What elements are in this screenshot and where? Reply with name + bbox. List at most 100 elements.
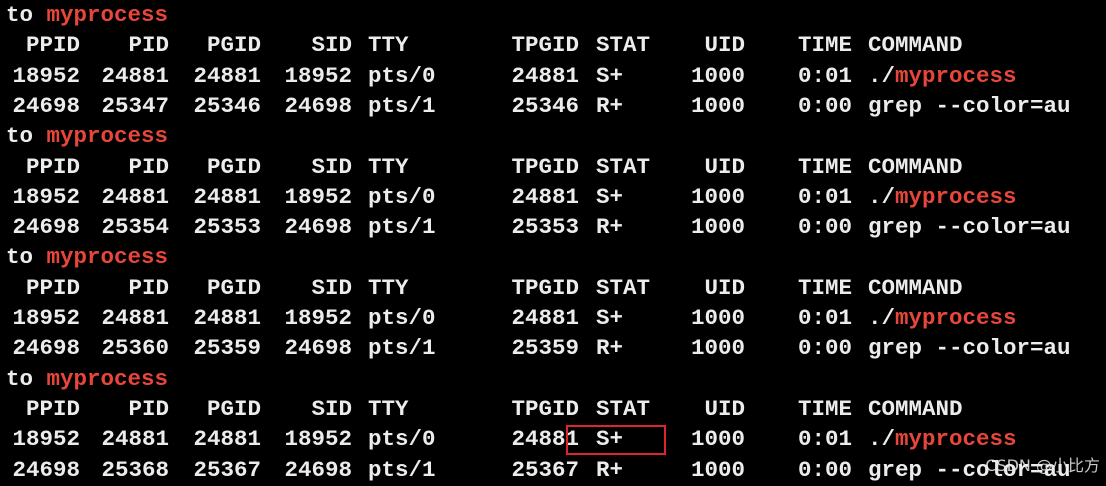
column-header-command: COMMAND	[868, 274, 963, 301]
cell-tty: pts/1	[368, 214, 436, 241]
cell-pgid: 25367	[193, 456, 261, 483]
cell-time: 0:01	[797, 426, 852, 453]
column-header-pgid: PGID	[206, 274, 261, 301]
cell-pid: 24881	[101, 183, 169, 210]
to-prefix: to	[6, 123, 47, 150]
to-process-line: to myprocess	[6, 121, 168, 151]
column-header-ppid: PPID	[25, 153, 80, 180]
cell-pid: 25368	[101, 456, 169, 483]
cell-pid: 25360	[101, 335, 169, 362]
column-header-sid: SID	[311, 153, 352, 180]
command-highlight: myprocess	[895, 62, 1017, 89]
cell-time: 0:01	[797, 183, 852, 210]
cell-time: 0:00	[797, 335, 852, 362]
process-name-highlight: myprocess	[46, 244, 169, 271]
csdn-watermark: CSDN @小比方	[985, 456, 1100, 475]
column-header-time: TIME	[797, 32, 852, 59]
column-header-command: COMMAND	[868, 395, 963, 422]
to-prefix: to	[6, 244, 47, 271]
command-cell: grep --color=au	[868, 91, 1071, 121]
cell-sid: 24698	[284, 92, 352, 119]
cell-tpgid: 25367	[511, 456, 579, 483]
column-header-tpgid: TPGID	[511, 153, 579, 180]
column-header-stat: STAT	[596, 274, 651, 301]
cell-tpgid: 25353	[511, 214, 579, 241]
column-header-ppid: PPID	[25, 32, 80, 59]
ps-process-row: 24698 25360 25359 24698 pts/1 25359 R+ 1000 0:00…	[0, 333, 1106, 363]
column-header-tty: TTY	[368, 32, 409, 59]
cell-stat: S+	[596, 305, 624, 331]
ps-process-row: 24698 25354 25353 24698 pts/1 25353 R+ 1000 0:00…	[0, 212, 1106, 242]
column-header-pgid: PGID	[206, 32, 261, 59]
command-highlight: myprocess	[895, 426, 1017, 453]
cell-ppid: 18952	[12, 426, 80, 453]
column-header-ppid: PPID	[25, 395, 80, 422]
cell-ppid: 24698	[12, 335, 80, 362]
command-text: grep --color=au	[868, 92, 1071, 119]
column-header-command: COMMAND	[868, 32, 963, 59]
cell-uid: 1000	[690, 456, 745, 483]
cell-sid: 18952	[284, 305, 352, 331]
column-header-tpgid: TPGID	[511, 395, 579, 422]
cell-tty: pts/1	[368, 92, 436, 119]
column-header-stat: STAT	[596, 153, 651, 180]
ps-process-row: 24698 25347 25346 24698 pts/1 25346 R+ 1000 0:00…	[0, 91, 1106, 121]
command-cell: ./myprocess	[868, 424, 1017, 454]
to-prefix: to	[6, 365, 47, 392]
cell-uid: 1000	[690, 305, 745, 331]
column-header-tpgid: TPGID	[511, 32, 579, 59]
column-header-pgid: PGID	[206, 153, 261, 180]
ps-process-row: 18952 24881 24881 18952 pts/0 24881 S+ 1000 0:01…	[0, 303, 1106, 333]
cell-sid: 18952	[284, 426, 352, 453]
cell-ppid: 18952	[12, 305, 80, 331]
column-header-uid: UID	[704, 274, 745, 301]
process-name-highlight: myprocess	[46, 2, 169, 28]
cell-uid: 1000	[690, 426, 745, 453]
cell-pgid: 24881	[193, 305, 261, 331]
column-header-pid: PID	[128, 274, 169, 301]
cell-uid: 1000	[690, 62, 745, 89]
ps-process-row: 18952 24881 24881 18952 pts/0 24881 S+ 1000 0:01…	[0, 182, 1106, 212]
column-header-tty: TTY	[368, 153, 409, 180]
cell-stat: R+	[596, 456, 624, 483]
cell-pgid: 25359	[193, 335, 261, 362]
terminal-output[interactable]: to myprocess PPID PID PGID SID TTY TPGID STAT UI…	[0, 0, 1106, 486]
cell-sid: 18952	[284, 183, 352, 210]
ps-process-row: 18952 24881 24881 18952 pts/0 24881 S+ 1000 0:01…	[0, 61, 1106, 91]
command-cell: ./myprocess	[868, 61, 1017, 91]
cell-tpgid: 25346	[511, 92, 579, 119]
cell-tty: pts/0	[368, 305, 436, 331]
command-cell: ./myprocess	[868, 182, 1017, 212]
column-header-sid: SID	[311, 32, 352, 59]
command-highlight: myprocess	[895, 305, 1017, 331]
cell-tpgid: 24881	[511, 62, 579, 89]
cell-stat: R+	[596, 335, 624, 362]
cell-tpgid: 25359	[511, 335, 579, 362]
cell-time: 0:01	[797, 305, 852, 331]
cell-tty: pts/0	[368, 183, 436, 210]
cell-pid: 24881	[101, 426, 169, 453]
column-header-sid: SID	[311, 395, 352, 422]
command-text: ./	[868, 426, 896, 453]
cell-pgid: 24881	[193, 183, 261, 210]
cell-sid: 24698	[284, 456, 352, 483]
cell-tpgid: 24881	[511, 183, 579, 210]
column-header-command: COMMAND	[868, 153, 963, 180]
column-header-uid: UID	[704, 32, 745, 59]
column-header-time: TIME	[797, 274, 852, 301]
command-text: grep --color=au	[868, 214, 1071, 241]
stat-highlight-box	[566, 425, 666, 455]
cell-pid: 24881	[101, 62, 169, 89]
column-header-pid: PID	[128, 395, 169, 422]
to-process-line: to myprocess	[6, 0, 168, 30]
command-text: ./	[868, 62, 896, 89]
cell-sid: 18952	[284, 62, 352, 89]
command-text: ./	[868, 305, 896, 331]
column-header-pid: PID	[128, 32, 169, 59]
cell-pid: 25347	[101, 92, 169, 119]
column-header-stat: STAT	[596, 395, 651, 422]
column-header-time: TIME	[797, 153, 852, 180]
cell-ppid: 24698	[12, 214, 80, 241]
ps-header-row: PPID PID PGID SID TTY TPGID STAT UID TIME COMMAND	[0, 394, 1106, 424]
cell-ppid: 18952	[12, 62, 80, 89]
